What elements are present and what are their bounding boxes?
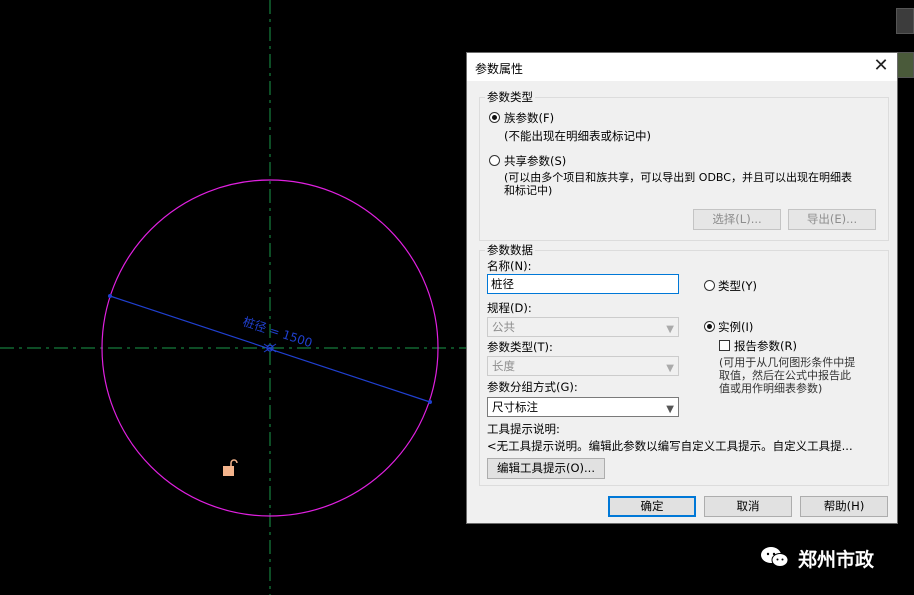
instance-radio-label[interactable]: 实例(I): [718, 319, 753, 335]
export-button[interactable]: 导出(E)...: [788, 209, 876, 230]
toolbar-button[interactable]: [896, 8, 914, 34]
type-radio-label[interactable]: 类型(Y): [718, 278, 757, 294]
chevron-down-icon: ▼: [666, 324, 674, 335]
chevron-down-icon: ▼: [666, 363, 674, 374]
shared-param-label[interactable]: 共享参数(S): [504, 153, 566, 169]
tooltip-text: <无工具提示说明。编辑此参数以编写自定义工具提示。自定义工具提...: [487, 439, 853, 453]
family-param-radio[interactable]: [489, 112, 500, 123]
group-select[interactable]: 尺寸标注 ▼: [487, 397, 679, 417]
group-value: 尺寸标注: [492, 400, 538, 414]
chevron-down-icon: ▼: [666, 404, 674, 415]
lock-icon[interactable]: [223, 459, 238, 476]
instance-radio[interactable]: [704, 321, 715, 332]
shared-param-desc: (可以由多个项目和族共享，可以导出到 ODBC，并且可以出现在明细表: [504, 171, 852, 184]
param-type-group-label: 参数类型: [485, 89, 535, 105]
type-radio[interactable]: [704, 280, 715, 291]
close-icon[interactable]: ✕: [871, 56, 891, 76]
dimension-end-grip[interactable]: [428, 400, 432, 404]
family-param-desc: (不能出现在明细表或标记中): [504, 129, 651, 143]
discipline-value: 公共: [492, 320, 515, 334]
discipline-label: 规程(D):: [487, 301, 532, 315]
select-button[interactable]: 选择(L)...: [693, 209, 781, 230]
parameter-properties-dialog: 参数属性 ✕ 参数类型 族参数(F) (不能出现在明细表或标记中) 共享参数(S…: [466, 52, 898, 524]
shared-param-radio[interactable]: [489, 155, 500, 166]
param-type-value: 长度: [492, 359, 515, 373]
dimension-end-grip[interactable]: [108, 294, 112, 298]
param-type-select[interactable]: 长度 ▼: [487, 356, 679, 376]
report-param-label[interactable]: 报告参数(R): [734, 338, 797, 354]
report-param-desc: 值或用作明细表参数): [719, 382, 823, 395]
dimension-label[interactable]: 桩径 = 1500: [241, 314, 314, 351]
toolbar-button[interactable]: [896, 52, 914, 78]
help-button[interactable]: 帮助(H): [800, 496, 888, 517]
watermark-text: 郑州市政: [798, 549, 875, 571]
dialog-titlebar[interactable]: 参数属性 ✕: [467, 53, 897, 81]
param-type-label: 参数类型(T):: [487, 340, 553, 354]
param-data-group-label: 参数数据: [485, 242, 535, 258]
edit-tooltip-button[interactable]: 编辑工具提示(O)...: [487, 458, 605, 479]
ok-button[interactable]: 确定: [608, 496, 696, 517]
group-label: 参数分组方式(G):: [487, 380, 578, 394]
discipline-select[interactable]: 公共 ▼: [487, 317, 679, 337]
report-param-checkbox[interactable]: [719, 340, 730, 351]
dialog-title: 参数属性: [475, 62, 524, 76]
cancel-button[interactable]: 取消: [704, 496, 792, 517]
tooltip-label: 工具提示说明:: [487, 422, 560, 436]
name-input[interactable]: 桩径: [487, 274, 679, 294]
wechat-icon: [761, 547, 789, 567]
shared-param-desc-cont: 和标记中): [504, 184, 553, 197]
name-label: 名称(N):: [487, 259, 532, 273]
family-param-label[interactable]: 族参数(F): [504, 110, 554, 126]
